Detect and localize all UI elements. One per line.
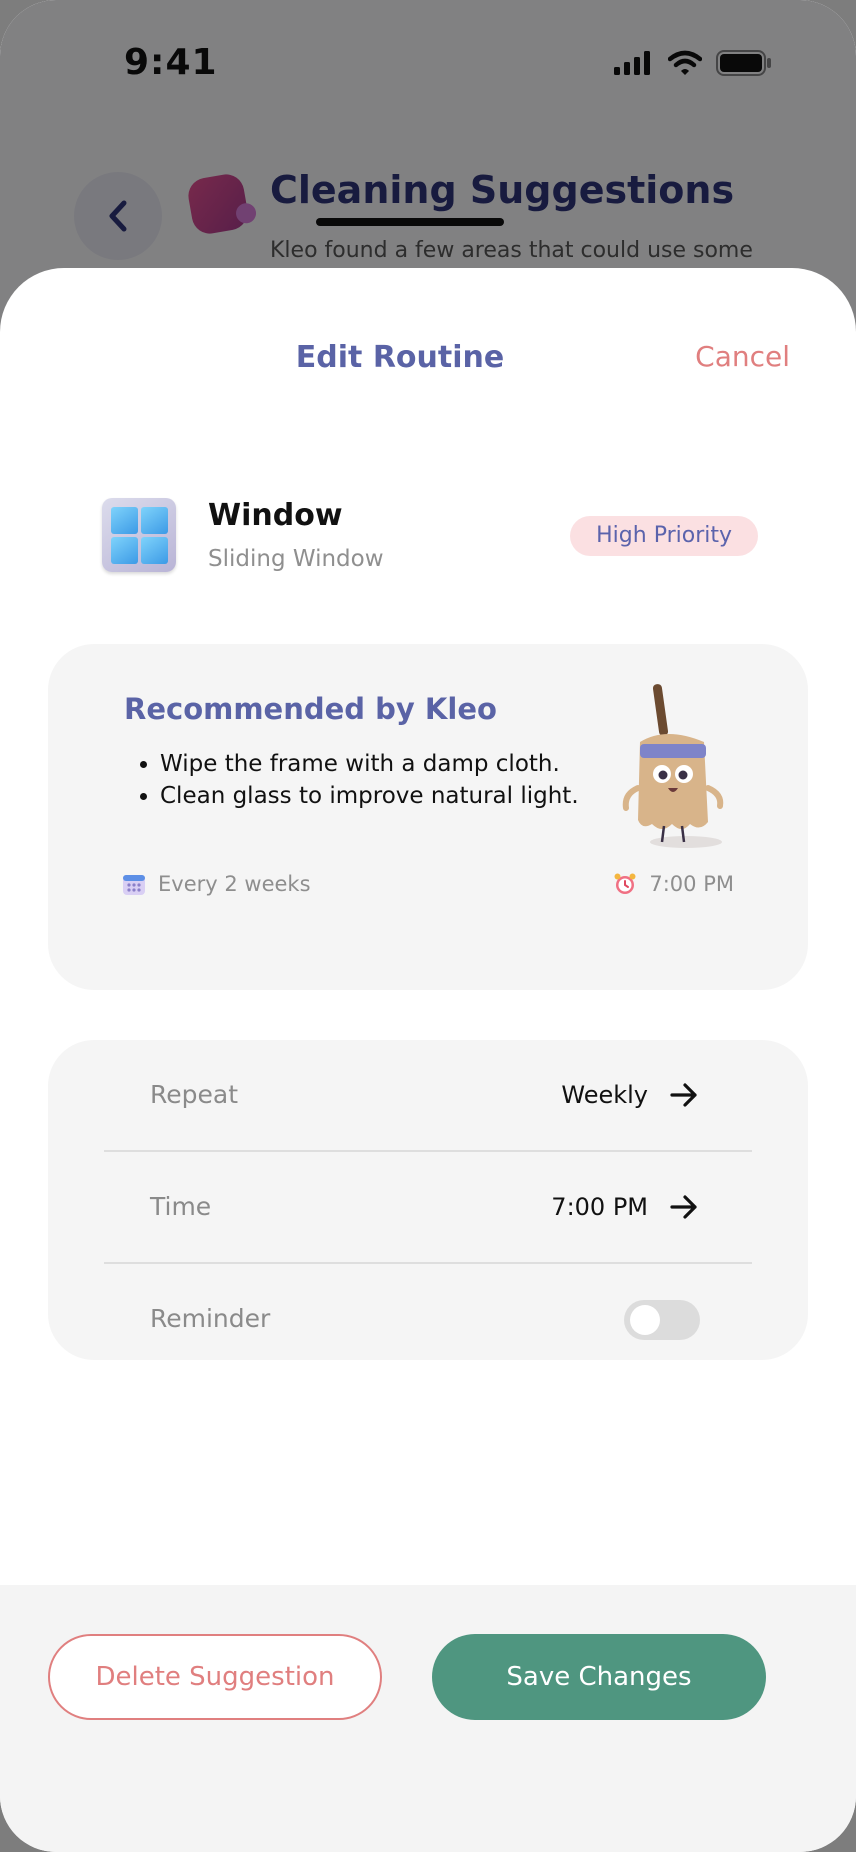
time-meta: 7:00 PM [613,872,734,896]
frequency-text: Every 2 weeks [158,872,311,896]
window-icon [102,498,176,572]
item-subtitle: Sliding Window [208,546,384,572]
arrow-right-icon [670,1083,697,1107]
cancel-button[interactable]: Cancel [695,340,790,373]
recommendation-card: Recommended by Kleo Wipe the frame with … [48,644,808,990]
tip-item: Wipe the frame with a damp cloth. [160,748,640,780]
time-value: 7:00 PM [551,1193,648,1221]
item-name: Window [208,498,343,533]
item-header: Window Sliding Window High Priority [102,498,758,578]
reminder-row: Reminder [104,1264,752,1374]
time-label: Time [150,1192,212,1221]
repeat-label: Repeat [150,1080,239,1109]
app-screen: 9:41 Cleaning Suggestions Kleo found a f… [0,0,856,1852]
frequency-meta: Every 2 weeks [122,872,311,896]
tips-list: Wipe the frame with a damp cloth. Clean … [128,748,640,812]
reminder-label: Reminder [150,1304,271,1333]
action-footer: Delete Suggestion Save Changes [0,1585,856,1852]
time-row[interactable]: Time 7:00 PM [104,1152,752,1262]
alarm-clock-icon [614,873,636,894]
recommendation-title: Recommended by Kleo [124,692,497,726]
priority-badge: High Priority [570,516,758,556]
delete-suggestion-button[interactable]: Delete Suggestion [48,1634,382,1720]
repeat-value: Weekly [561,1081,648,1109]
tip-item: Clean glass to improve natural light. [160,780,640,812]
save-changes-button[interactable]: Save Changes [432,1634,766,1720]
sheet-title: Edit Routine [295,340,505,375]
time-text: 7:00 PM [649,872,734,896]
repeat-row[interactable]: Repeat Weekly [104,1040,752,1150]
reminder-toggle[interactable] [624,1300,700,1340]
settings-card: Repeat Weekly Time 7:00 PM Reminder [48,1040,808,1360]
broom-mascot-icon [622,684,724,848]
arrow-right-icon [670,1195,697,1219]
toggle-knob [630,1305,660,1335]
calendar-icon [123,875,145,895]
